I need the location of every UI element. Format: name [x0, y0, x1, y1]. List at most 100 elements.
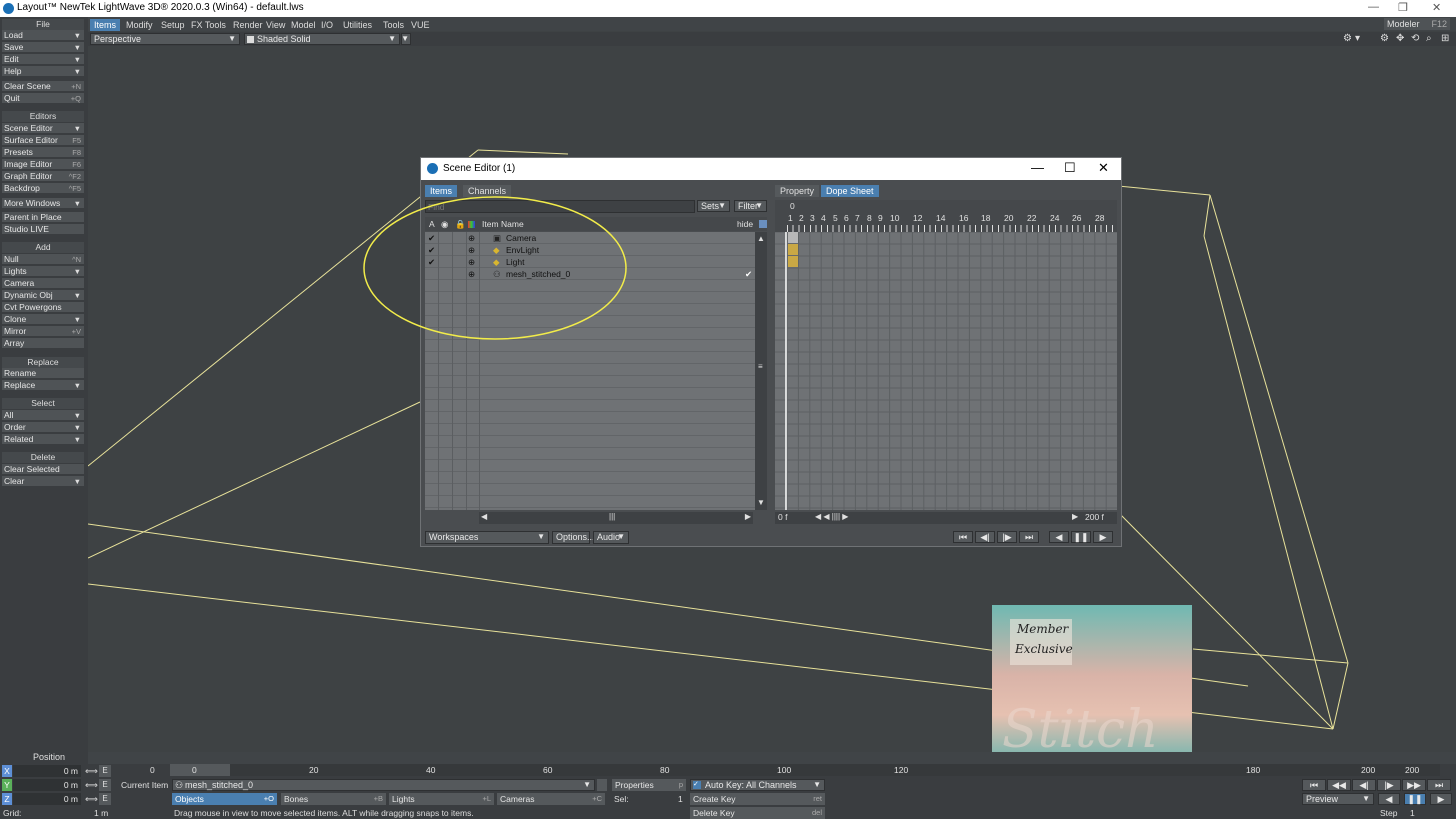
timeline-handle[interactable] — [170, 764, 230, 776]
hide-button[interactable]: hide — [737, 217, 753, 231]
sidebar-camera-button[interactable]: Camera — [2, 278, 84, 289]
dope-sheet-scrollbar[interactable]: 0 f ◀ ◀ |||| ▶ ▶ 200 f — [775, 512, 1117, 524]
columns-icon[interactable] — [759, 220, 767, 228]
prev-key-icon[interactable]: ◀| — [975, 531, 995, 543]
sidebar-clear-button[interactable]: Clear ▼ — [2, 476, 84, 487]
tab-view[interactable]: View — [262, 19, 289, 31]
sidebar-mirror-button[interactable]: Mirror +V — [2, 326, 84, 337]
dope-sheet-grid[interactable] — [775, 232, 1117, 510]
z-position-field[interactable]: 0 m — [13, 793, 81, 805]
scroll-grip-icon[interactable]: ≡ — [758, 362, 763, 371]
scroll-right-icon[interactable]: ▶ — [1072, 512, 1078, 521]
bones-button[interactable]: Bones +B — [281, 793, 386, 805]
pause-icon[interactable]: ❚❚ — [1404, 793, 1426, 805]
sidebar-load-button[interactable]: Load ▼ — [2, 30, 84, 41]
sidebar-backdrop-button[interactable]: Backdrop ^F5 — [2, 183, 84, 194]
tab-items[interactable]: Items — [90, 19, 121, 31]
sidebar-image-editor-button[interactable]: Image Editor F6 — [2, 159, 84, 170]
tab-tools[interactable]: Tools — [379, 19, 408, 31]
sidebar-save-button[interactable]: Save ▼ — [2, 42, 84, 53]
item-list-icon[interactable] — [597, 779, 607, 791]
sidebar-surface-editor-button[interactable]: Surface Editor F5 — [2, 135, 84, 146]
envelope-button[interactable]: E — [99, 793, 111, 805]
timeline-ruler[interactable] — [88, 752, 1456, 764]
mesh-checkmark[interactable]: ✔ — [745, 268, 752, 280]
workspaces-dropdown[interactable]: Workspaces ▼ — [425, 531, 549, 544]
minimize-icon[interactable]: — — [1368, 1, 1379, 13]
sidebar-all-button[interactable]: All ▼ — [2, 410, 84, 421]
sidebar-replace-button[interactable]: Replace ▼ — [2, 380, 84, 391]
shading-dropdown[interactable]: Shaded Solid ▼ — [244, 33, 400, 45]
tab-vue[interactable]: VUE — [407, 19, 434, 31]
audio-dropdown[interactable]: Audio ▼ — [593, 531, 629, 544]
scroll-left-icon[interactable]: ◀ — [481, 512, 487, 521]
dialog-maximize-icon[interactable]: ☐ — [1064, 160, 1076, 176]
sidebar-studio-live-button[interactable]: Studio LIVE — [2, 224, 84, 235]
preview-dropdown[interactable]: Preview ▼ — [1302, 793, 1374, 805]
scroll-up-icon[interactable]: ▲ — [757, 234, 765, 243]
tab-render[interactable]: Render — [229, 19, 267, 31]
checkbox-icon[interactable]: ✓ — [693, 781, 701, 789]
zoom-view-icon[interactable]: ⌕ — [1426, 33, 1432, 44]
sidebar-scene-editor-button[interactable]: Scene Editor ▼ — [2, 123, 84, 134]
next-key-icon[interactable]: |▶ — [997, 531, 1017, 543]
tab-i-o[interactable]: I/O — [317, 19, 337, 31]
tab-property[interactable]: Property — [775, 185, 820, 197]
scroll-right-icon[interactable]: ▶ — [745, 512, 751, 521]
sidebar-more-windows-button[interactable]: More Windows ▼ — [2, 198, 84, 209]
sidebar-parent-in-place-button[interactable]: Parent in Place — [2, 212, 84, 223]
scroll-down-icon[interactable]: ▼ — [757, 498, 765, 507]
tab-modify[interactable]: Modify — [122, 19, 157, 31]
sidebar-null-button[interactable]: Null ^N — [2, 254, 84, 265]
sidebar-clear-scene-button[interactable]: Clear Scene +N — [2, 81, 84, 92]
maximize-view-icon[interactable]: ⊞ — [1441, 33, 1449, 44]
properties-button[interactable]: Properties p — [612, 779, 686, 791]
sidebar-related-button[interactable]: Related ▼ — [2, 434, 84, 445]
tab-fx-tools[interactable]: FX Tools — [187, 19, 230, 31]
sidebar-lights-button[interactable]: Lights ▼ — [2, 266, 84, 277]
next-frame-icon[interactable]: |▶ — [1377, 779, 1401, 791]
create-key-button[interactable]: Create Key ret — [690, 793, 825, 805]
sidebar-order-button[interactable]: Order ▼ — [2, 422, 84, 433]
rotate-view-icon[interactable]: ⟲ — [1411, 33, 1419, 44]
play-icon[interactable]: ▶ — [1093, 531, 1113, 543]
dialog-title-bar[interactable]: Scene Editor (1) — ☐ ✕ — [421, 158, 1121, 180]
sidebar-quit-button[interactable]: Quit +Q — [2, 93, 84, 104]
drag-value-icon[interactable]: ⟺ — [85, 793, 98, 805]
drag-value-icon[interactable]: ⟺ — [85, 765, 98, 777]
prev-frame-icon[interactable]: ◀| — [1352, 779, 1376, 791]
next-key-icon[interactable]: ▶▶ — [1402, 779, 1426, 791]
sidebar-edit-button[interactable]: Edit ▼ — [2, 54, 84, 65]
lights-button[interactable]: Lights +L — [389, 793, 494, 805]
prev-key-icon[interactable]: ◀◀ — [1327, 779, 1351, 791]
pause-icon[interactable]: ❚❚ — [1071, 531, 1091, 543]
sidebar-dynamic-obj-button[interactable]: Dynamic Obj ▼ — [2, 290, 84, 301]
list-horizontal-scrollbar[interactable]: ◀ ||| ▶ — [479, 512, 753, 524]
sets-dropdown[interactable]: Sets ▼ — [697, 200, 730, 212]
sidebar-rename-button[interactable]: Rename — [2, 368, 84, 379]
close-icon[interactable]: ✕ — [1432, 1, 1441, 14]
sidebar-cvt-powergons-button[interactable]: Cvt Powergons — [2, 302, 84, 313]
options-button[interactable]: Options... — [552, 531, 595, 544]
tab-setup[interactable]: Setup — [157, 19, 189, 31]
sidebar-graph-editor-button[interactable]: Graph Editor ^F2 — [2, 171, 84, 182]
auto-key-dropdown[interactable]: ✓ Auto Key: All Channels ▼ — [690, 779, 825, 791]
current-item-dropdown[interactable]: ⚇ mesh_stitched_0 ▼ — [172, 779, 595, 791]
scroll-left-icon[interactable]: ◀ ◀ |||| ▶ — [815, 512, 848, 521]
projection-dropdown[interactable]: Perspective ▼ — [90, 33, 240, 45]
play-reverse-icon[interactable]: ◀ — [1378, 793, 1400, 805]
viewport-dropdown-icon[interactable]: ▾ — [1355, 33, 1360, 44]
move-view-icon[interactable]: ✥ — [1396, 33, 1404, 44]
y-position-field[interactable]: 0 m — [13, 779, 81, 791]
dialog-minimize-icon[interactable]: — — [1031, 160, 1044, 175]
first-frame-icon[interactable]: ⏮ — [953, 531, 973, 543]
modeler-button[interactable]: Modeler F12 — [1384, 18, 1450, 30]
dope-sheet-ruler[interactable]: 0 1 2 3 4 5 6 7 8 9 10 12 14 16 18 20 22 24 26 28 — [775, 200, 1117, 232]
cameras-button[interactable]: Cameras +C — [497, 793, 605, 805]
filter-dropdown[interactable]: Filter ▼ — [734, 200, 767, 212]
last-frame-icon[interactable]: ⏭ — [1427, 779, 1451, 791]
dialog-close-icon[interactable]: ✕ — [1098, 160, 1109, 176]
timeline-slider[interactable]: 0 20 40 60 80 100 120 180 200 — [170, 764, 1440, 776]
restore-icon[interactable]: ❐ — [1398, 1, 1408, 14]
sidebar-clear-selected-button[interactable]: Clear Selected — [2, 464, 84, 475]
